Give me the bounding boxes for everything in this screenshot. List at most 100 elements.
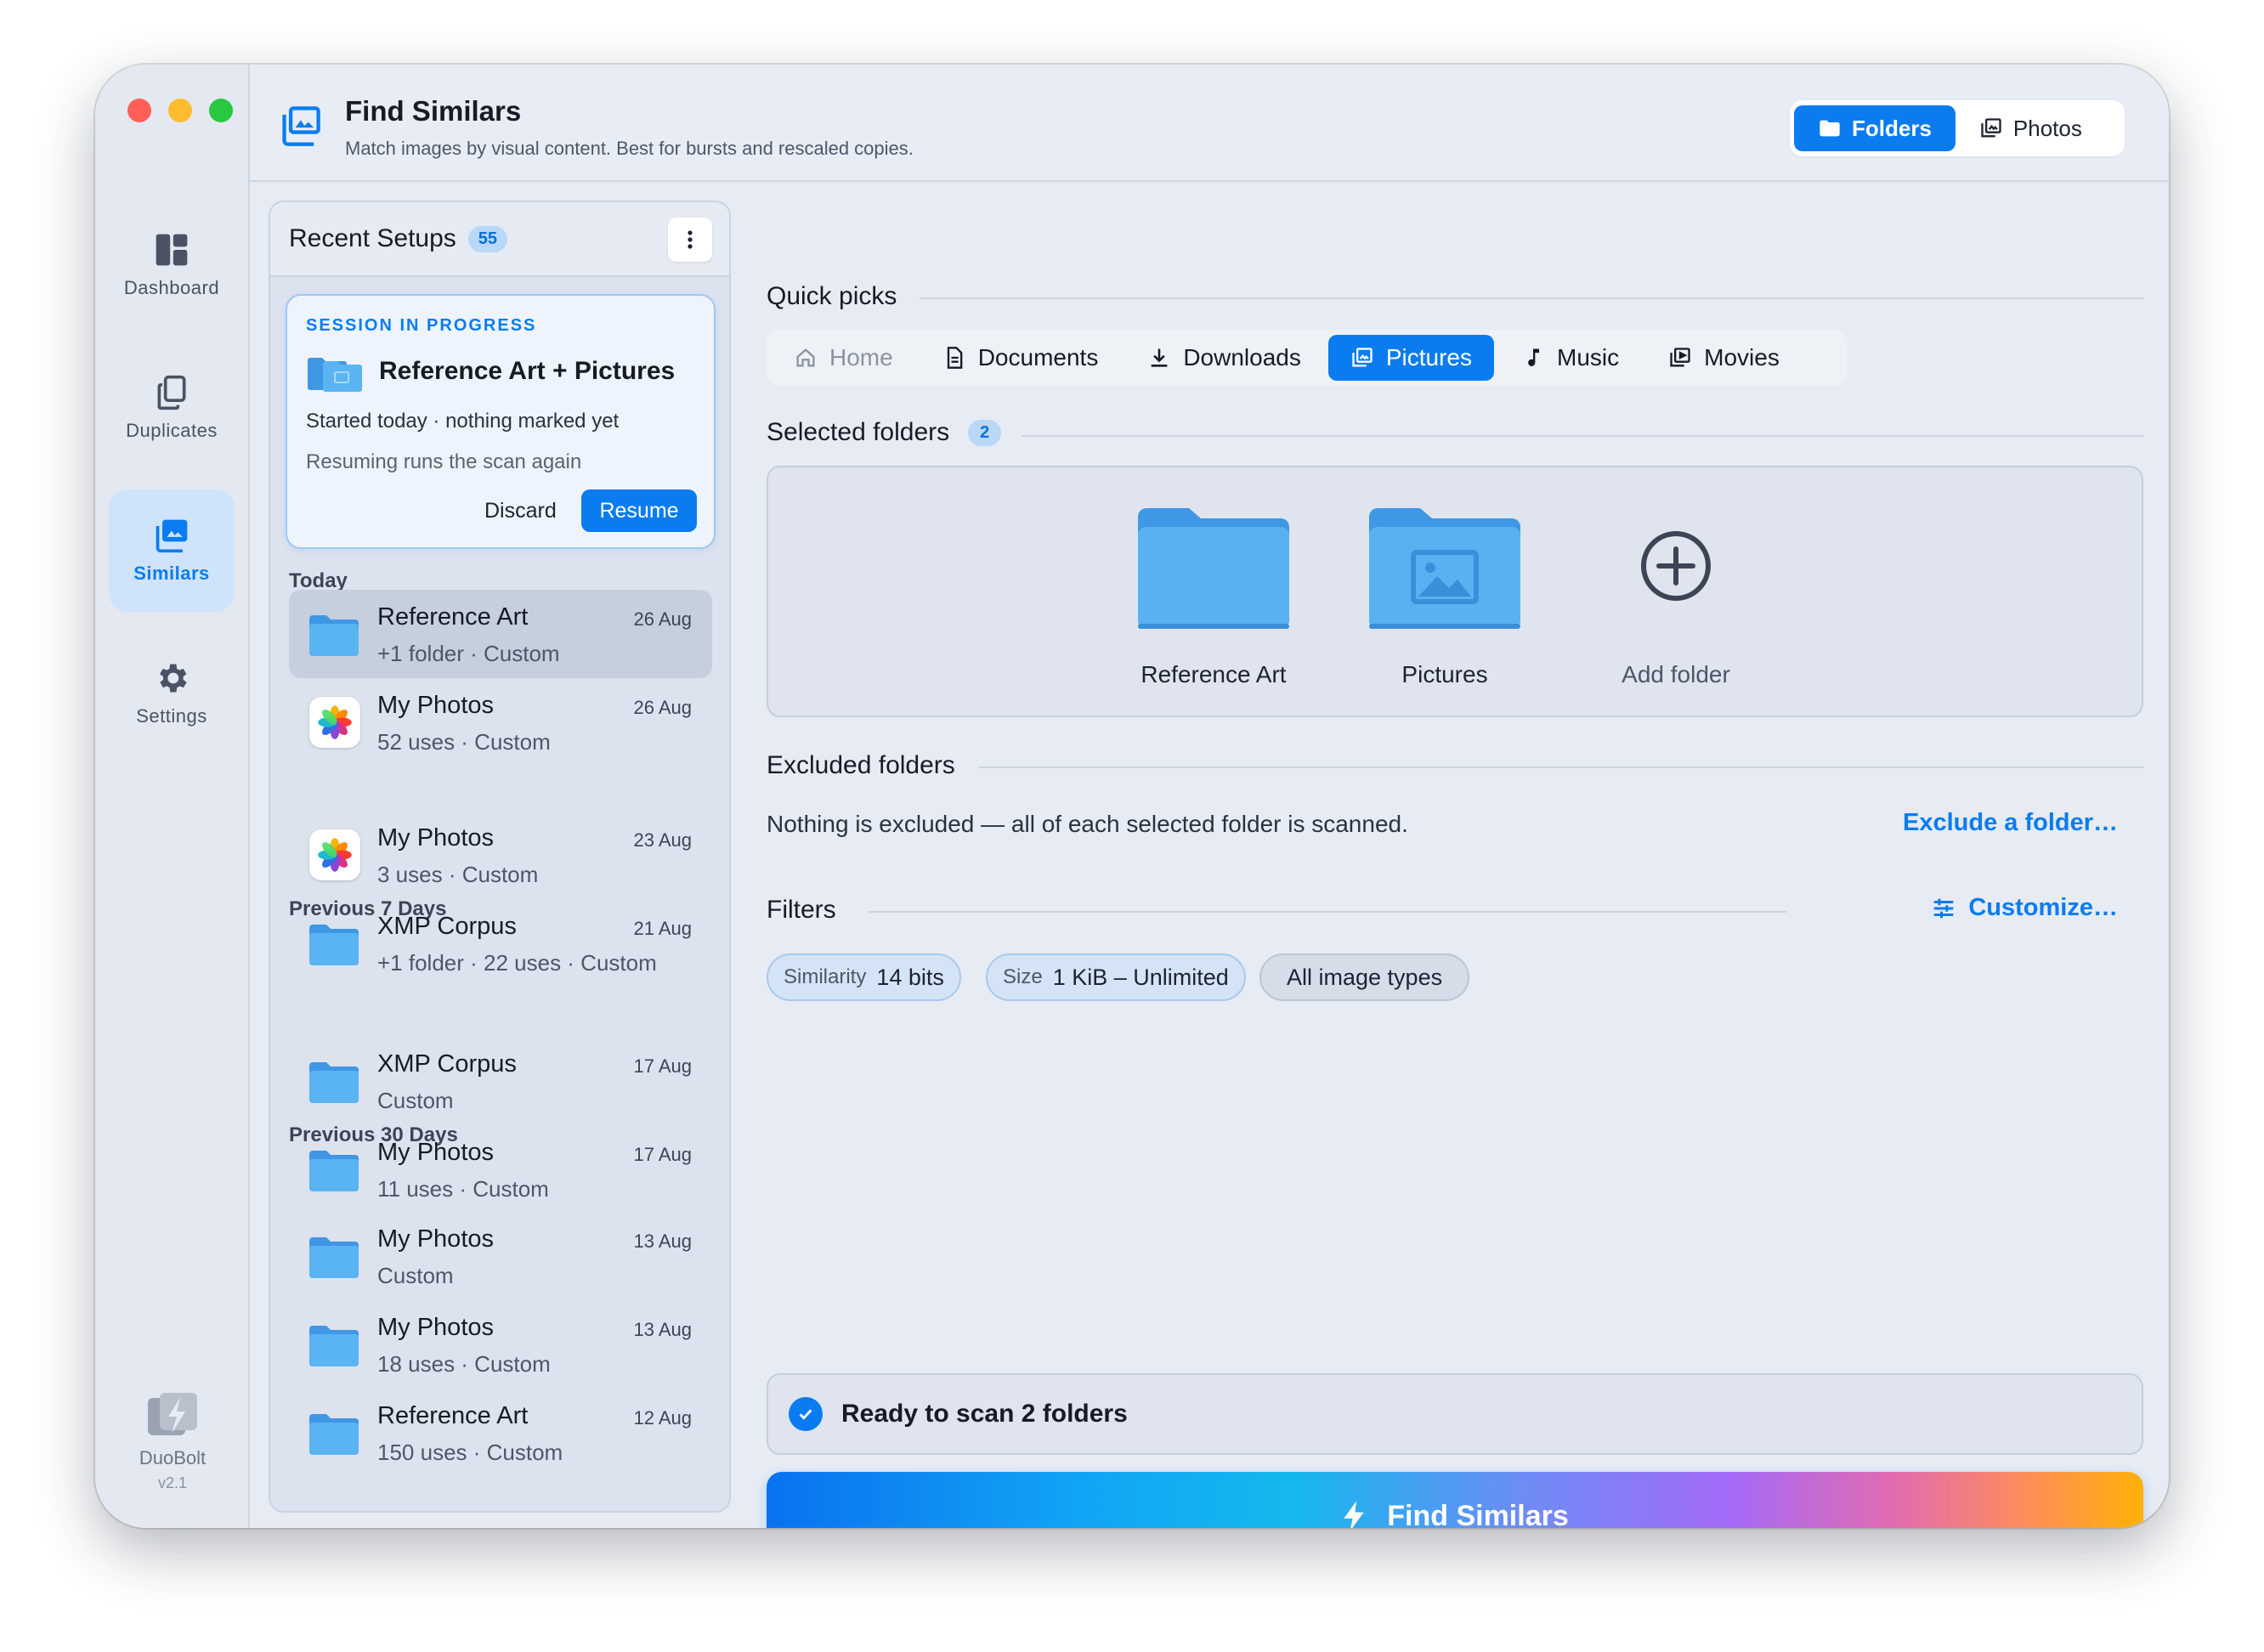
- duobolt-logo-icon: [148, 1393, 197, 1435]
- filter-chip-value: 14 bits: [876, 964, 944, 990]
- customize-filters-link[interactable]: Customize…: [1931, 894, 2118, 922]
- quick-pick-documents[interactable]: Documents: [920, 335, 1121, 381]
- recent-setup-name: My Photos: [377, 1225, 494, 1253]
- similars-icon: [156, 519, 188, 553]
- recent-setup-date: 13 Aug: [633, 1231, 692, 1252]
- quick-pick-movies[interactable]: Movies: [1646, 335, 1802, 381]
- session-status: Started today · nothing marked yet: [306, 410, 620, 433]
- selected-folder-pictures[interactable]: Pictures: [1351, 505, 1538, 688]
- quick-picks-title: Quick picks: [767, 282, 897, 310]
- recent-setup-details: +1 folder · Custom: [377, 641, 560, 666]
- similars-header-icon: [282, 106, 320, 146]
- folder-icon: [1820, 120, 1840, 137]
- exclude-folder-link[interactable]: Exclude a folder…: [1903, 809, 2118, 837]
- pictures-folder-icon: [1369, 508, 1520, 629]
- recent-setup-details: 150 uses · Custom: [377, 1440, 563, 1465]
- filter-chip-key: Size: [1003, 965, 1043, 988]
- quick-pick-pictures[interactable]: Pictures: [1327, 335, 1495, 381]
- pictures-icon: [1352, 348, 1373, 367]
- recent-setup-details: Custom: [377, 1088, 454, 1113]
- recent-setup-name: Reference Art: [377, 1402, 529, 1429]
- discard-button[interactable]: Discard: [473, 489, 569, 532]
- check-circle-icon: [789, 1397, 823, 1431]
- quick-pick-downloads[interactable]: Downloads: [1125, 335, 1323, 381]
- folders-mode-button[interactable]: Folders: [1794, 105, 1956, 151]
- quick-pick-movies-label: Movies: [1704, 344, 1780, 371]
- find-similars-label: Find Similars: [1387, 1499, 1569, 1529]
- divider: [869, 911, 1786, 913]
- nav-settings[interactable]: Settings: [109, 632, 235, 755]
- nav-duplicates[interactable]: Duplicates: [109, 347, 235, 469]
- recent-setups-header: Recent Setups 55: [270, 202, 729, 277]
- nav-dashboard-label: Dashboard: [123, 277, 220, 298]
- folder-icon: [308, 1411, 360, 1457]
- folder-icon: [308, 921, 360, 967]
- recent-setup-row[interactable]: XMP Corpus +1 folder · 22 uses · Custom 21…: [289, 899, 712, 987]
- filter-chip-types[interactable]: All image types: [1259, 953, 1470, 1001]
- resume-button[interactable]: Resume: [581, 489, 697, 532]
- session-title: Reference Art + Pictures: [379, 357, 676, 385]
- recent-setup-row[interactable]: My Photos 3 uses · Custom 23 Aug: [289, 811, 712, 899]
- add-circle-icon: [1641, 531, 1711, 601]
- folder-icon: [308, 1234, 360, 1280]
- sliders-icon: [1934, 898, 1954, 918]
- quick-pick-pictures-label: Pictures: [1385, 344, 1473, 371]
- session-in-progress-card: SESSION IN PROGRESS Reference Art + Pict…: [286, 294, 716, 549]
- recent-setup-row[interactable]: My Photos 18 uses · Custom 13 Aug: [289, 1300, 712, 1389]
- folder-icon: [308, 1322, 360, 1368]
- selected-folder-reference-art[interactable]: Reference Art: [1120, 505, 1307, 688]
- session-tag: SESSION IN PROGRESS: [306, 316, 537, 335]
- recent-setup-name: My Photos: [377, 1314, 494, 1341]
- minimize-window-button[interactable]: [168, 99, 192, 122]
- quick-pick-home[interactable]: Home: [772, 335, 915, 381]
- close-window-button[interactable]: [127, 99, 151, 122]
- recent-setup-details: Custom: [377, 1263, 454, 1288]
- scan-status-text: Ready to scan 2 folders: [841, 1400, 1128, 1428]
- recent-setups-title: Recent Setups: [289, 224, 456, 252]
- recent-setup-date: 17 Aug: [633, 1055, 692, 1077]
- recent-setup-name: XMP Corpus: [377, 913, 517, 940]
- filter-chip-similarity[interactable]: Similarity 14 bits: [767, 953, 961, 1001]
- filter-chip-value: All image types: [1287, 964, 1443, 990]
- nav-similars-label: Similars: [133, 563, 210, 584]
- folder-icon: [1138, 508, 1289, 629]
- recent-setup-row[interactable]: My Photos Custom 13 Aug: [289, 1212, 712, 1300]
- gear-icon: [160, 664, 187, 693]
- photos-mode-button[interactable]: Photos: [1956, 105, 2106, 151]
- recent-setup-details: 11 uses · Custom: [377, 1176, 549, 1202]
- page-subtitle: Match images by visual content. Best for…: [345, 138, 914, 159]
- recent-setup-details: 3 uses · Custom: [377, 862, 539, 887]
- customize-label: Customize…: [1968, 894, 2118, 921]
- selected-folder-label: Reference Art: [1140, 661, 1287, 687]
- recent-setup-name: Reference Art: [377, 603, 529, 631]
- nav-similars[interactable]: Similars: [109, 489, 235, 612]
- filter-chip-size[interactable]: Size 1 KiB – Unlimited: [986, 953, 1246, 1001]
- recent-setup-details: 18 uses · Custom: [377, 1351, 551, 1377]
- photos-app-icon: [309, 697, 360, 748]
- app-window: Dashboard Duplicates Similars Settings D…: [95, 65, 2169, 1528]
- zoom-window-button[interactable]: [209, 99, 233, 122]
- find-similars-button[interactable]: Find Similars: [767, 1472, 2143, 1528]
- recent-setups-panel: Recent Setups 55 SESSION IN PROGRESS Ref…: [269, 201, 731, 1513]
- recent-setup-date: 21 Aug: [633, 918, 692, 939]
- recent-setup-row[interactable]: My Photos 11 uses · Custom 17 Aug: [289, 1125, 712, 1214]
- quick-picks-bar: Home Documents Downloads Pictures Music …: [767, 330, 1848, 386]
- duplicates-icon: [157, 375, 186, 410]
- recent-setup-row[interactable]: Reference Art 150 uses · Custom 12 Aug: [289, 1389, 712, 1477]
- window-controls: [127, 99, 233, 122]
- divider: [920, 297, 2143, 299]
- more-options-button[interactable]: [668, 218, 712, 262]
- add-folder-button[interactable]: Add folder: [1582, 505, 1769, 688]
- home-icon: [796, 348, 815, 367]
- recent-setup-date: 23 Aug: [633, 829, 692, 851]
- quick-pick-music[interactable]: Music: [1499, 335, 1641, 381]
- divider: [1022, 435, 2143, 437]
- quick-pick-home-label: Home: [829, 344, 893, 371]
- recent-setup-name: My Photos: [377, 1139, 494, 1166]
- nav-dashboard[interactable]: Dashboard: [109, 204, 235, 326]
- recent-setup-date: 17 Aug: [633, 1144, 692, 1165]
- recent-setup-row[interactable]: My Photos 52 uses · Custom 26 Aug: [289, 678, 712, 767]
- recent-setup-row[interactable]: XMP Corpus Custom 17 Aug: [289, 1037, 712, 1125]
- nav-duplicates-label: Duplicates: [126, 420, 218, 441]
- recent-setup-row[interactable]: Reference Art +1 folder · Custom 26 Aug: [289, 590, 712, 678]
